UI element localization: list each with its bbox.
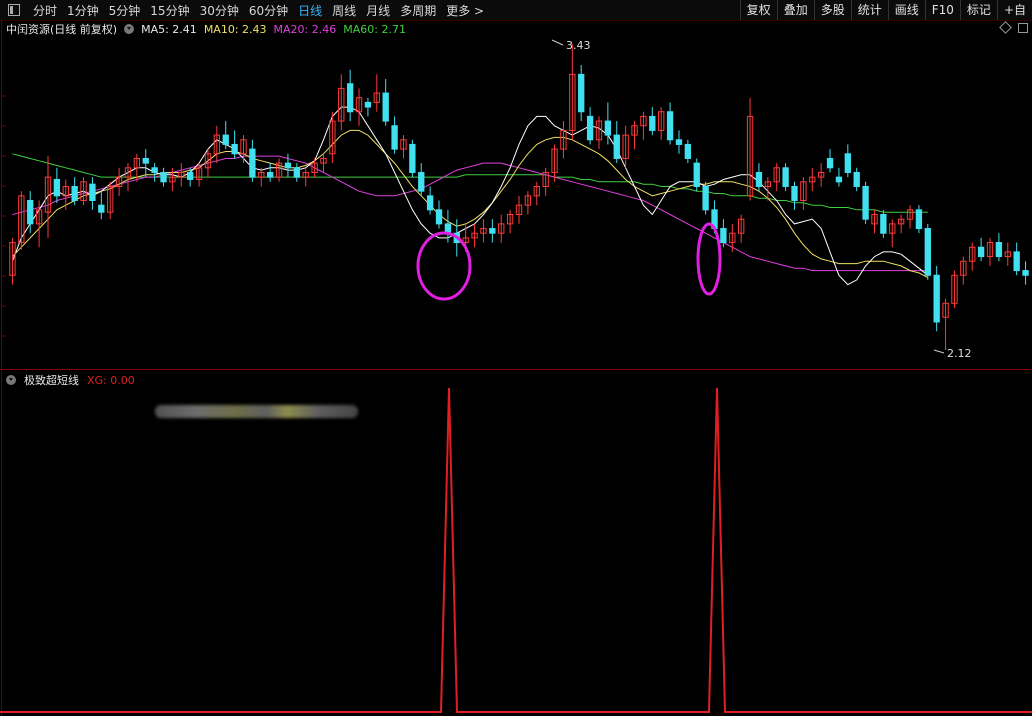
candle-body <box>293 167 300 178</box>
candle-body <box>249 148 256 178</box>
candle-body <box>222 134 229 145</box>
candle-body <box>666 111 674 141</box>
candle-body <box>160 171 167 183</box>
low-price-label: 2.12 <box>947 347 972 360</box>
low-price-label-leader <box>933 349 945 354</box>
candle-body <box>835 176 843 183</box>
candle-body <box>284 162 292 169</box>
candle-body <box>435 209 443 225</box>
ma60-line <box>12 153 928 213</box>
candle-body <box>586 115 594 141</box>
xg-signal-line <box>0 387 1032 713</box>
candle-body <box>675 139 683 145</box>
candle-body <box>1013 251 1020 272</box>
candle-body <box>89 183 96 202</box>
candle-body <box>98 204 105 213</box>
candle-body <box>649 115 656 131</box>
candle-body <box>382 92 389 122</box>
candle-body <box>613 134 620 159</box>
candle-body <box>391 125 398 150</box>
candle-body <box>995 242 1003 258</box>
candle-body <box>151 167 158 173</box>
candle-body <box>826 157 834 169</box>
candle-body <box>924 228 931 276</box>
candle-body <box>578 73 585 113</box>
candle-body <box>187 171 194 180</box>
candle-body <box>880 214 887 234</box>
highlight-circle <box>416 231 472 301</box>
candle-body <box>684 143 692 159</box>
candle-body <box>53 178 61 197</box>
candle-body <box>844 153 851 173</box>
candle-body <box>489 228 496 234</box>
candle-body <box>693 162 700 187</box>
candle-body <box>142 157 149 164</box>
candle-body <box>853 171 860 187</box>
candle-body <box>346 83 354 113</box>
kline-chart[interactable]: 3.43 2.12 <box>0 0 1032 716</box>
candle-body <box>1022 270 1029 276</box>
candle-body <box>755 171 763 187</box>
candle-body <box>364 101 372 108</box>
candle-body <box>409 143 416 173</box>
candle-body <box>791 185 798 202</box>
candle-body <box>418 171 425 192</box>
candle-body <box>604 120 612 136</box>
high-price-label: 3.43 <box>566 39 591 52</box>
candle-body <box>977 246 985 258</box>
candle-body <box>720 228 727 244</box>
candle-body <box>782 167 789 187</box>
high-price-label-leader <box>551 39 564 46</box>
ma20-line <box>12 155 928 272</box>
candle-body <box>915 209 923 230</box>
candle-body <box>27 200 34 225</box>
candle-body <box>231 143 238 155</box>
candle-body <box>426 195 434 211</box>
candle-body <box>702 185 709 211</box>
candle-body <box>71 185 78 202</box>
candle-body <box>862 185 869 220</box>
candle-body <box>266 171 274 178</box>
candle-body <box>933 274 940 323</box>
